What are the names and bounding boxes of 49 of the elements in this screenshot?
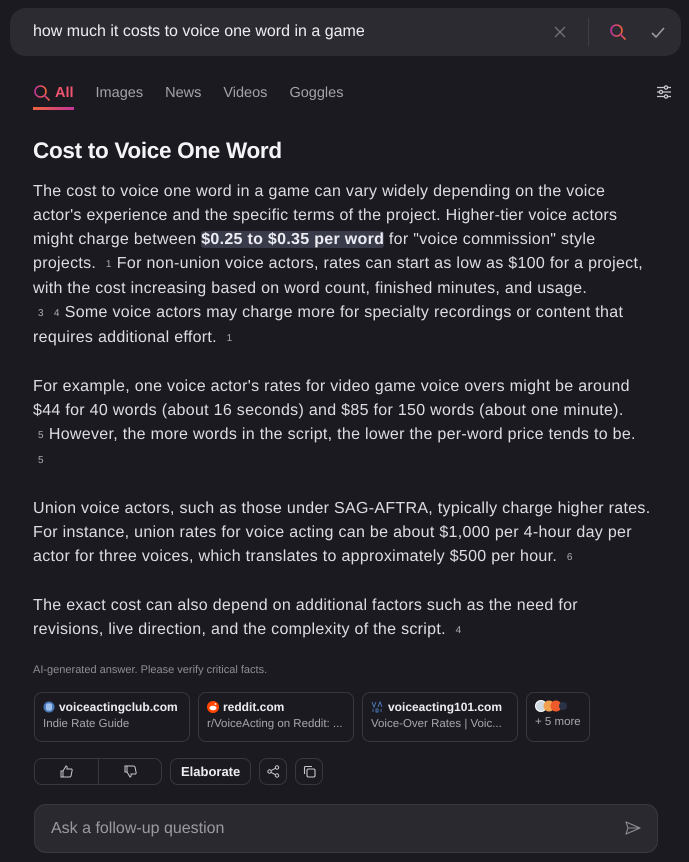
check-icon[interactable] xyxy=(651,26,665,38)
source-card[interactable]: + 5 more xyxy=(526,692,590,742)
citation-link[interactable]: 6 xyxy=(562,552,578,563)
search-tab[interactable]: Images xyxy=(96,78,144,110)
elaborate-button[interactable]: Elaborate xyxy=(170,758,252,785)
answer-title: Cost to Voice One Word xyxy=(33,138,283,164)
search-tab[interactable]: News xyxy=(165,78,202,110)
search-tab[interactable]: Goggles xyxy=(289,78,344,110)
logo-icon xyxy=(371,701,384,713)
citation-link[interactable]: 4 xyxy=(450,625,466,636)
source-card[interactable]: voiceacting101.com Voice-Over Rates | Voic... xyxy=(362,692,518,742)
source-title: + 5 more xyxy=(535,716,581,728)
share-icon xyxy=(266,765,280,778)
site-icons xyxy=(535,700,569,712)
answer-paragraph: The cost to voice one word in a game can vary widely depending on the voice actor's experience and the specific terms of the project. Higher-tier voice actors might charge between $0.25 to $0.35 per word for "voice commission" style projects. 1 For non-union voice actors, rates can start as low as $100 for a project, with the cost increasing based on word count, finished minutes, and usage. 3 4 Some voice actors may charge more for specialty recordings or content that requires additional effort. 1 xyxy=(33,182,644,348)
source-title: Voice-Over Rates | Voic... xyxy=(371,718,503,730)
source-card[interactable]: voiceactingclub.com Indie Rate Guide xyxy=(34,692,190,742)
source-title: Indie Rate Guide xyxy=(43,718,130,730)
source-site: voiceacting101.com xyxy=(388,700,502,714)
copy-icon xyxy=(302,765,316,778)
filter-settings-icon[interactable] xyxy=(657,85,671,99)
citation-link[interactable]: 4 xyxy=(48,308,65,319)
citation-link[interactable]: 1 xyxy=(100,259,117,270)
share-button[interactable] xyxy=(259,758,288,785)
source-title: r/VoiceActing on Reddit: ... xyxy=(207,718,344,730)
alien-icon xyxy=(207,701,219,713)
citation-link[interactable]: 5 xyxy=(33,430,49,441)
search-tab[interactable]: All xyxy=(33,78,74,110)
close-icon[interactable] xyxy=(554,26,566,38)
source-site: voiceactingclub.com xyxy=(59,700,178,714)
globe-icon xyxy=(43,701,55,713)
citation-link[interactable]: 5 xyxy=(33,455,49,466)
send-icon[interactable] xyxy=(625,821,641,835)
source-site: reddit.com xyxy=(223,700,284,714)
citation-link[interactable]: 3 xyxy=(33,308,49,319)
search-field[interactable]: how much it costs to voice one word in a game xyxy=(10,8,681,56)
answer-paragraph: The exact cost can also depend on additional factors such as the need for revisions, live direction, and the complexity of the script. 4 xyxy=(33,596,579,640)
citation-link[interactable]: 1 xyxy=(222,333,238,344)
answer-paragraph: For example, one voice actor's rates for video game voice overs might be around $44 for 40 words (about 16 seconds) and $85 for 150 words (about one minute). 5 However, the more words in the script, the lower the per-word price tends to be. 5 xyxy=(33,377,637,468)
search-icon[interactable] xyxy=(609,23,627,41)
search-query: how much it costs to voice one word in a game xyxy=(33,23,366,41)
disclaimer: AI-generated answer. Please verify critical facts. xyxy=(33,664,268,676)
answer-paragraph: Union voice actors, such as those under SAG-AFTRA, typically charge higher rates. For instance, union rates for voice acting can be about $1,000 per 4-hour day per actor for three voices, which translates to approximately $500 per hour. 6 xyxy=(33,499,652,567)
thumbs-down-icon xyxy=(124,765,136,778)
thumbs-up-icon xyxy=(60,765,73,778)
search-tab[interactable]: Videos xyxy=(223,78,268,110)
source-card[interactable]: reddit.com r/VoiceActing on Reddit: ... xyxy=(198,692,354,742)
copy-button[interactable] xyxy=(295,758,324,785)
follow-up-field[interactable]: Ask a follow-up question xyxy=(34,804,658,853)
